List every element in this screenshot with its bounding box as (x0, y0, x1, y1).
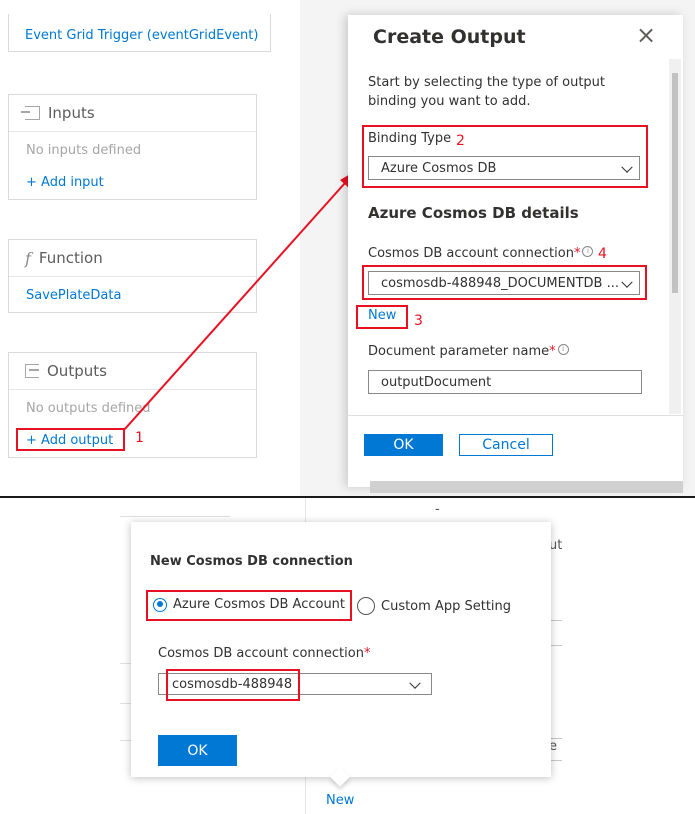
info-icon[interactable]: i (582, 246, 594, 257)
radio-custom-setting[interactable]: Custom App Setting (357, 597, 511, 615)
bottom-screenshot: - ut e New Cosmos DB connection Azure Co… (0, 498, 695, 814)
bottom-new-link[interactable]: New (326, 793, 354, 808)
bg-fragment: ut (549, 538, 563, 553)
chevron-down-icon (409, 677, 421, 689)
footer-divider (348, 415, 683, 416)
dialog-ok-button[interactable]: OK (158, 735, 237, 766)
doc-param-input[interactable]: outputDocument (368, 370, 642, 394)
annotation-box-connection (166, 669, 300, 701)
annotation-box-radio (146, 590, 352, 621)
panel-title: Create Output (373, 26, 526, 48)
required-marker: * (573, 246, 581, 261)
bg-line (550, 645, 562, 646)
new-connection-dialog: New Cosmos DB connection Azure Cosmos DB… (131, 522, 551, 787)
details-heading: Azure Cosmos DB details (368, 204, 579, 222)
annotation-number-3: 3 (414, 313, 423, 329)
horizontal-scrollbar[interactable] (370, 481, 683, 493)
radio-custom-label: Custom App Setting (381, 598, 512, 614)
doc-param-label-text: Document parameter name (368, 344, 550, 359)
annotation-box-4 (362, 265, 647, 300)
bg-line (550, 760, 562, 761)
panel-description: Start by selecting the type of output bi… (368, 75, 606, 109)
annotation-box-3 (356, 305, 408, 329)
top-screenshot: Event Grid Trigger (eventGridEvent) Inpu… (0, 0, 695, 497)
callout-pointer (330, 767, 350, 787)
annotation-number-2: 2 (456, 133, 465, 149)
vertical-scrollbar[interactable] (669, 59, 681, 414)
bg-fragment: - (435, 502, 440, 517)
dialog-title: New Cosmos DB connection (150, 554, 353, 569)
radio-unselected-icon (357, 597, 375, 615)
info-icon[interactable]: i (557, 344, 569, 355)
required-marker: * (549, 344, 556, 359)
doc-param-label: Document parameter name* i (368, 344, 569, 359)
cancel-button[interactable]: Cancel (459, 434, 553, 456)
doc-param-value: outputDocument (381, 374, 492, 390)
bg-line (550, 620, 562, 621)
annotation-number-4: 4 (598, 246, 607, 262)
ok-button[interactable]: OK (364, 434, 443, 456)
create-output-panel: Create Output × Start by selecting the t… (348, 15, 683, 493)
close-icon[interactable]: × (636, 21, 656, 49)
connection-label-text: Cosmos DB account connection (368, 246, 574, 261)
dialog-connection-label-text: Cosmos DB account connection (158, 646, 364, 661)
dialog-connection-label: Cosmos DB account connection* (158, 646, 370, 661)
annotation-box-2 (362, 125, 648, 188)
connection-label: Cosmos DB account connection* i (368, 246, 594, 261)
required-marker: * (363, 646, 371, 661)
bg-line (120, 516, 230, 517)
